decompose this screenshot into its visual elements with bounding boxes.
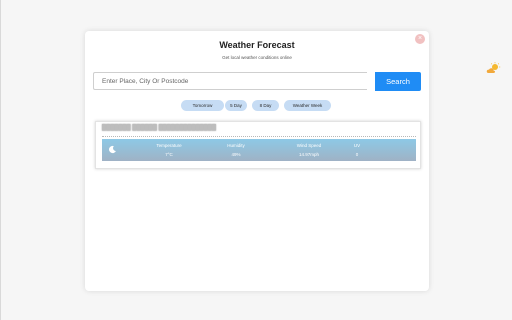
popup-title: Weather Forecast (219, 40, 295, 50)
forecast-panel: ███████ ██████ ██████████████ Temperatur… (95, 121, 421, 169)
tab-5-day[interactable]: 5 Day (225, 100, 247, 111)
page-edge (0, 0, 1, 320)
temperature-value: 7°C (165, 152, 173, 157)
uv-value: 0 (355, 152, 359, 157)
location-name: ███████ ██████ ██████████████ (102, 125, 217, 131)
search-button[interactable]: Search (375, 72, 421, 91)
divider (102, 136, 416, 137)
tab-tomorrow[interactable]: Tomorrow (181, 100, 224, 111)
weather-popup: × Weather Forecast Get local weather con… (85, 31, 429, 291)
humidity-value: 49% (231, 152, 241, 157)
sun-cloud-icon[interactable] (486, 62, 502, 74)
temperature-label: Temperature (156, 143, 182, 148)
search-input[interactable] (93, 72, 367, 90)
popup-subtitle: Get local weather conditions online (222, 55, 292, 60)
uv-label: UV (353, 143, 361, 148)
humidity-label: Humidity (227, 143, 245, 148)
tab-weather-week[interactable]: Weather Week (284, 100, 331, 111)
moon-icon (109, 145, 116, 154)
weather-row: Temperature Humidity Wind Speed UV 7°C 4… (102, 139, 416, 161)
tab-8-day[interactable]: 8 Day (252, 100, 279, 111)
